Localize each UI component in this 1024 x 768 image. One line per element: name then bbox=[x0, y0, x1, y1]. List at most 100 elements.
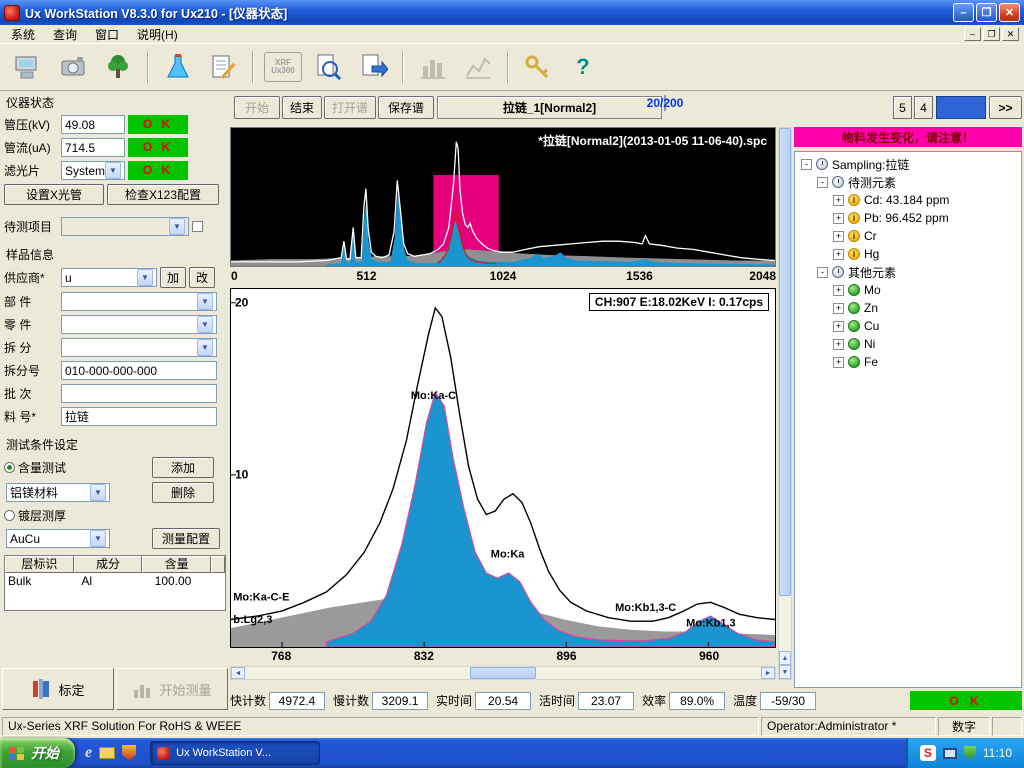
tree-expand-icon[interactable]: + bbox=[833, 303, 844, 314]
chevron-down-icon[interactable]: ▼ bbox=[137, 269, 153, 286]
mail-icon[interactable] bbox=[99, 747, 115, 759]
menu-item[interactable]: 查询 bbox=[44, 25, 86, 44]
chevron-down-icon[interactable]: ▼ bbox=[169, 218, 185, 235]
menu-item[interactable]: 系统 bbox=[2, 25, 44, 44]
chart-vertical-scrollbar[interactable]: ▲ ▼ bbox=[778, 127, 792, 680]
scrollbar-thumb[interactable] bbox=[779, 128, 791, 596]
material-number-input[interactable] bbox=[61, 407, 217, 426]
scroll-right-icon[interactable]: ► bbox=[761, 667, 775, 679]
tree-expand-icon[interactable]: + bbox=[833, 357, 844, 368]
tree-item[interactable]: +iCd: 43.184 ppm bbox=[795, 191, 1021, 209]
supplier-select[interactable]: u▼ bbox=[61, 268, 157, 287]
tree-item[interactable]: +iHg bbox=[795, 245, 1021, 263]
split-select[interactable]: ▼ bbox=[61, 338, 217, 357]
tree-item[interactable]: +iCr bbox=[795, 227, 1021, 245]
xrf-ux300-icon[interactable]: XRFUx300 bbox=[263, 48, 303, 86]
pending-checkbox[interactable] bbox=[192, 221, 203, 232]
chevron-down-icon[interactable]: ▼ bbox=[105, 162, 121, 179]
delete-condition-button[interactable]: 删除 bbox=[152, 482, 214, 503]
scroll-up-icon[interactable]: ▲ bbox=[779, 651, 791, 665]
ie-icon[interactable]: e bbox=[85, 744, 92, 762]
security-tray-icon[interactable] bbox=[964, 746, 976, 760]
open-spectrum-button[interactable]: 打开谱 bbox=[324, 96, 376, 119]
tree-item[interactable]: +Fe bbox=[795, 353, 1021, 371]
minimize-button[interactable]: – bbox=[953, 3, 974, 22]
taskbar-task-button[interactable]: Ux WorkStation V... bbox=[150, 741, 320, 765]
tree-expand-icon[interactable]: + bbox=[833, 339, 844, 350]
next-button[interactable]: >> bbox=[989, 96, 1022, 119]
set-xray-tube-button[interactable]: 设置X光管 bbox=[4, 184, 104, 205]
scroll-left-icon[interactable]: ◄ bbox=[231, 667, 245, 679]
menu-item[interactable]: 窗口 bbox=[86, 25, 128, 44]
flask-icon[interactable] bbox=[158, 48, 198, 86]
tree-icon[interactable] bbox=[98, 48, 138, 86]
measure-config-button[interactable]: 测量配置 bbox=[152, 528, 220, 549]
start-button[interactable]: 开始 bbox=[234, 96, 280, 119]
tree-expand-icon[interactable]: + bbox=[833, 213, 844, 224]
trend-chart-icon[interactable] bbox=[458, 48, 498, 86]
pending-items-select[interactable]: ▼ bbox=[61, 217, 189, 236]
shield-icon[interactable] bbox=[122, 745, 136, 761]
piece-select[interactable]: ▼ bbox=[61, 315, 217, 334]
modify-supplier-button[interactable]: 改 bbox=[189, 267, 215, 288]
keys-icon[interactable] bbox=[518, 48, 558, 86]
histogram-icon[interactable] bbox=[413, 48, 453, 86]
tree-group[interactable]: -其他元素 bbox=[795, 263, 1021, 281]
journal-icon[interactable] bbox=[203, 48, 243, 86]
material-type-select[interactable]: 铝镁材料▼ bbox=[6, 483, 110, 502]
spectrum-overview-chart[interactable]: *拉链[Normal2](2013-01-05 11-06-40).spc bbox=[230, 127, 776, 267]
chevron-down-icon[interactable]: ▼ bbox=[90, 484, 106, 501]
tree-expand-icon[interactable]: - bbox=[817, 177, 828, 188]
content-test-radio[interactable] bbox=[4, 462, 15, 473]
part-select[interactable]: ▼ bbox=[61, 292, 217, 311]
tree-expand-icon[interactable]: + bbox=[833, 231, 844, 242]
ime-tray-icon[interactable]: S bbox=[920, 745, 936, 761]
start-measure-button[interactable]: 开始测量 bbox=[116, 668, 228, 710]
tree-expand-icon[interactable]: + bbox=[833, 285, 844, 296]
mdi-restore-button[interactable]: ❐ bbox=[983, 27, 1000, 41]
chevron-down-icon[interactable]: ▼ bbox=[197, 339, 213, 356]
tree-expand-icon[interactable]: + bbox=[833, 321, 844, 332]
mdi-close-button[interactable]: ✕ bbox=[1002, 27, 1019, 41]
export-spectrum-icon[interactable] bbox=[353, 48, 393, 86]
search-spectrum-icon[interactable] bbox=[308, 48, 348, 86]
help-icon[interactable]: ? bbox=[563, 48, 603, 86]
split-number-input[interactable] bbox=[61, 361, 217, 380]
spectrum-zoom-chart[interactable]: Mo:Ka-CMo:KaMo:Ka-C-Eb:Lg2,3Mo:Kb1,3-CMo… bbox=[230, 288, 776, 648]
network-tray-icon[interactable] bbox=[943, 748, 957, 759]
tree-expand-icon[interactable]: - bbox=[801, 159, 812, 170]
tree-item[interactable]: +Cu bbox=[795, 317, 1021, 335]
calibrate-button[interactable]: 标定 bbox=[2, 668, 114, 710]
stop-button[interactable]: 结束 bbox=[282, 96, 322, 119]
tree-expand-icon[interactable]: + bbox=[833, 195, 844, 206]
menu-item[interactable]: 说明(H) bbox=[128, 25, 187, 44]
column-layer[interactable]: 层标识 bbox=[5, 556, 74, 573]
check-x123-config-button[interactable]: 检查X123配置 bbox=[107, 184, 219, 205]
coating-type-select[interactable]: AuCu▼ bbox=[6, 529, 110, 548]
tree-item[interactable]: +iPb: 96.452 ppm bbox=[795, 209, 1021, 227]
scrollbar-thumb[interactable] bbox=[470, 667, 536, 679]
chevron-down-icon[interactable]: ▼ bbox=[197, 316, 213, 333]
instrument-icon[interactable] bbox=[53, 48, 93, 86]
coating-test-radio[interactable] bbox=[4, 510, 15, 521]
scroll-down-icon[interactable]: ▼ bbox=[779, 665, 791, 679]
tree-group[interactable]: -待测元素 bbox=[795, 173, 1021, 191]
chart-horizontal-scrollbar[interactable]: ◄ ► bbox=[230, 666, 776, 680]
tree-item[interactable]: +Mo bbox=[795, 281, 1021, 299]
tree-item[interactable]: +Zn bbox=[795, 299, 1021, 317]
start-menu-button[interactable]: 开始 bbox=[0, 738, 75, 768]
add-supplier-button[interactable]: 加 bbox=[160, 267, 186, 288]
add-condition-button[interactable]: 添加 bbox=[152, 457, 214, 478]
mdi-minimize-button[interactable]: – bbox=[964, 27, 981, 41]
tree-root[interactable]: -Sampling:拉链 bbox=[795, 155, 1021, 173]
filter-select[interactable]: System▼ bbox=[61, 161, 125, 180]
restore-button[interactable]: ❐ bbox=[976, 3, 997, 22]
column-content[interactable]: 含量 bbox=[142, 556, 211, 573]
layer-table-row[interactable]: BulkAl100.00 bbox=[5, 573, 225, 588]
tree-expand-icon[interactable]: - bbox=[817, 267, 828, 278]
workstation-icon[interactable] bbox=[8, 48, 48, 86]
batch-input[interactable] bbox=[61, 384, 217, 403]
save-spectrum-button[interactable]: 保存谱 bbox=[378, 96, 434, 119]
close-button[interactable]: ✕ bbox=[999, 3, 1020, 22]
tree-expand-icon[interactable]: + bbox=[833, 249, 844, 260]
